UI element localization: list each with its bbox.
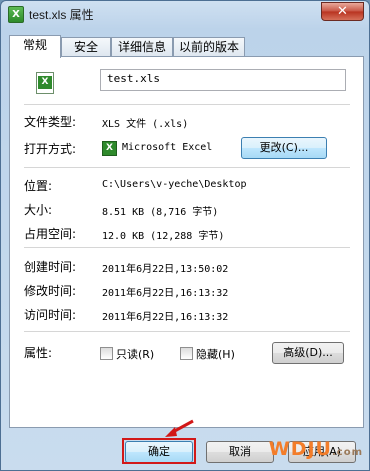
hidden-label[interactable]: 隐藏(H) — [196, 346, 235, 362]
size-on-disk-label: 占用空间: — [24, 227, 77, 241]
watermark-logo: WDJU.com — [268, 438, 363, 460]
window-title: test.xls 属性 — [29, 8, 94, 22]
properties-dialog: X test.xls 属性 ✕ 常规 安全 详细信息 以前的版本 X test.… — [0, 0, 370, 471]
modified-value: 2011年6月22日,16:13:32 — [102, 288, 229, 299]
readonly-label[interactable]: 只读(R) — [116, 346, 154, 362]
excel-file-icon: X — [36, 72, 54, 94]
size-value: 8.51 KB (8,716 字节) — [102, 207, 219, 218]
advanced-button[interactable]: 高级(D)... — [272, 342, 344, 364]
created-value: 2011年6月22日,13:50:02 — [102, 264, 229, 275]
location-label: 位置: — [24, 179, 53, 193]
divider — [24, 247, 350, 248]
cancel-button[interactable]: 取消 — [206, 441, 274, 463]
location-value: C:\Users\v-yeche\Desktop — [102, 179, 247, 190]
accessed-value: 2011年6月22日,16:13:32 — [102, 312, 229, 323]
excel-app-icon: X — [102, 141, 117, 156]
close-button[interactable]: ✕ — [321, 2, 364, 21]
readonly-checkbox[interactable] — [100, 347, 113, 360]
created-label: 创建时间: — [24, 260, 77, 274]
tab-security[interactable]: 安全 — [61, 37, 111, 57]
red-arrow-icon — [165, 419, 194, 437]
excel-icon: X — [8, 6, 24, 23]
ok-highlight-box — [122, 438, 196, 464]
modified-label: 修改时间: — [24, 284, 77, 298]
change-button[interactable]: 更改(C)... — [241, 137, 327, 159]
file-name-field[interactable]: test.xls — [100, 69, 346, 91]
divider — [24, 331, 350, 332]
type-label: 文件类型: — [24, 115, 77, 129]
type-value: XLS 文件 (.xls) — [102, 119, 189, 130]
tab-general[interactable]: 常规 — [9, 35, 61, 58]
attributes-label: 属性: — [24, 346, 53, 360]
divider — [24, 167, 350, 168]
general-panel: X test.xls 文件类型: XLS 文件 (.xls) 打开方式: X M… — [9, 56, 364, 428]
divider — [24, 104, 350, 105]
tab-details[interactable]: 详细信息 — [111, 37, 173, 57]
title-bar[interactable]: X test.xls 属性 ✕ — [1, 1, 369, 29]
tab-previous-versions[interactable]: 以前的版本 — [173, 37, 245, 57]
size-label: 大小: — [24, 203, 53, 217]
size-on-disk-value: 12.0 KB (12,288 字节) — [102, 231, 225, 242]
hidden-checkbox[interactable] — [180, 347, 193, 360]
opens-with-value: Microsoft Excel — [122, 142, 213, 153]
opens-with-label: 打开方式: — [24, 142, 77, 156]
accessed-label: 访问时间: — [24, 308, 77, 322]
